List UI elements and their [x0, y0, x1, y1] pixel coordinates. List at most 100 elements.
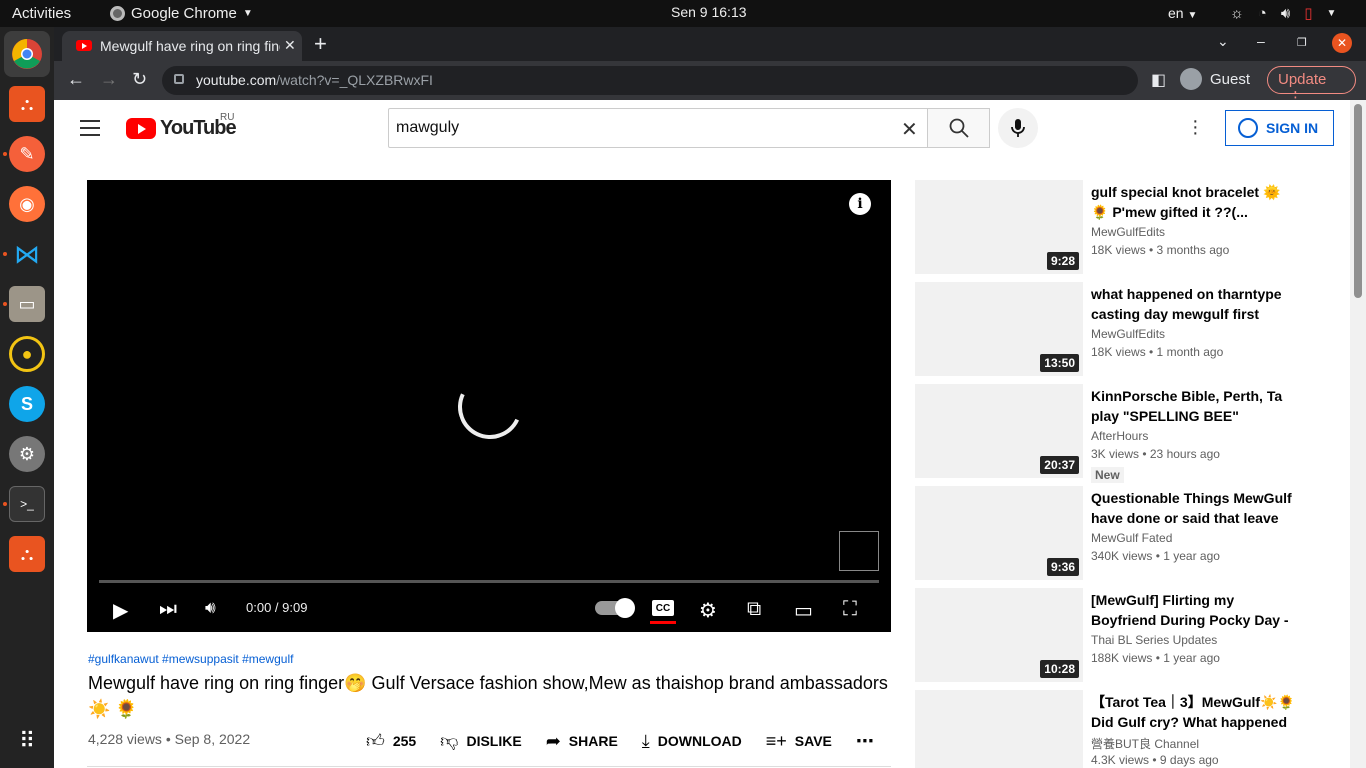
fullscreen-icon[interactable]: ⛶ — [843, 598, 857, 621]
channel-name[interactable]: MewGulfEdits — [1091, 327, 1165, 341]
related-video-card[interactable]: 20:37 KinnPorsche Bible, Perth, Ta play "… — [915, 384, 1295, 486]
autoplay-toggle[interactable] — [595, 598, 635, 618]
dock-files[interactable]: ▭ — [9, 286, 45, 322]
voice-search-button[interactable] — [998, 108, 1038, 148]
running-indicator — [3, 502, 7, 506]
update-button[interactable]: Update ⋮ — [1267, 66, 1356, 106]
share-icon: ➦ — [545, 730, 561, 751]
tab-strip: Mewgulf have ring on ring finger ✕ + ⌄ –… — [54, 27, 1366, 61]
info-icon[interactable]: i — [849, 193, 871, 215]
dock-vscode[interactable]: ⋈ — [9, 236, 45, 272]
video-thumbnail[interactable]: 9:28 — [915, 180, 1083, 274]
language-label: en — [1168, 5, 1184, 21]
save-button[interactable]: ≡+ SAVE — [766, 731, 832, 752]
download-icon: ⤓ — [641, 730, 650, 751]
thumbs-up-icon: 👍︎ — [366, 731, 385, 751]
dock-rhythmbox[interactable]: ● — [9, 336, 45, 372]
system-tray[interactable]: ☼ ◔ 🔊︎ ▯ ▼ — [1230, 4, 1336, 23]
related-video-card[interactable]: 9:28 gulf special knot bracelet 🌞🌻 P'mew … — [915, 180, 1295, 282]
page-scrollbar[interactable] — [1350, 100, 1366, 768]
dock-settings[interactable]: ⚙ — [9, 436, 45, 472]
related-video-title[interactable]: gulf special knot bracelet 🌞🌻 P'mew gift… — [1091, 182, 1295, 222]
related-video-title[interactable]: 【Tarot Tea｜3】MewGulf☀️🌻 Did Gulf cry? Wh… — [1091, 692, 1295, 732]
dock-app-3[interactable]: ⛬ — [9, 536, 45, 572]
minimize-button[interactable]: – — [1257, 33, 1265, 49]
running-indicator — [3, 302, 7, 306]
volume-icon[interactable]: 🔊︎ — [205, 598, 216, 618]
video-player[interactable]: i ▶ ⏭ 🔊︎ 0:00 / 9:09 CC ⚙ ⧉ ▭ ⛶ — [87, 180, 891, 632]
youtube-logo[interactable]: YouTube RU — [126, 112, 237, 140]
scrollbar-thumb[interactable] — [1354, 104, 1362, 298]
new-tab-button[interactable]: + — [314, 31, 327, 57]
maximize-button[interactable]: ❐ — [1297, 36, 1307, 49]
video-thumbnail[interactable]: 9:36 — [915, 486, 1083, 580]
related-video-card[interactable]: 9:36 Questionable Things MewGulf have don… — [915, 486, 1295, 588]
search-query: mawguly — [396, 119, 460, 136]
related-video-title[interactable]: Questionable Things MewGulf have done or… — [1091, 488, 1295, 528]
clock[interactable]: Sen 9 16:13 — [671, 4, 747, 20]
address-bar[interactable]: youtube.com/watch?v=_QLXZBRwxFI — [162, 66, 1138, 95]
video-thumbnail[interactable]: 20:37 — [915, 384, 1083, 478]
profile-button[interactable]: Guest — [1180, 68, 1250, 90]
related-video-title[interactable]: what happened on tharntype casting day m… — [1091, 284, 1295, 324]
dislike-button[interactable]: 👎︎ DISLIKE — [440, 730, 522, 752]
back-button[interactable]: ← — [67, 69, 85, 90]
dock-firefox[interactable]: ◉ — [9, 186, 45, 222]
skype-icon: S — [20, 393, 33, 414]
close-tab-icon[interactable]: ✕ — [284, 37, 296, 54]
dock-chrome[interactable] — [9, 36, 45, 72]
browser-tab[interactable]: Mewgulf have ring on ring finger ✕ — [62, 31, 302, 61]
progress-bar[interactable] — [99, 580, 879, 583]
youtube-play-icon — [126, 118, 156, 139]
forward-button[interactable]: → — [100, 69, 118, 90]
sign-in-button[interactable]: SIGN IN — [1225, 110, 1334, 146]
more-actions-icon[interactable]: ⋯ — [856, 731, 874, 752]
clear-search-icon[interactable]: ✕ — [901, 117, 918, 142]
channel-name[interactable]: AfterHours — [1091, 429, 1148, 443]
tab-search-icon[interactable]: ⌄ — [1217, 33, 1229, 50]
download-button[interactable]: ⤓ DOWNLOAD — [642, 731, 742, 752]
network-tree-icon: ⛬ — [20, 93, 34, 114]
video-thumbnail[interactable] — [915, 690, 1083, 768]
video-meta: 188K views • 1 year ago — [1091, 651, 1220, 665]
window-close-button[interactable]: ✕ — [1332, 33, 1352, 53]
share-button[interactable]: ➦ SHARE — [546, 731, 618, 752]
dock-terminal[interactable]: >_ — [9, 486, 45, 522]
channel-name[interactable]: 營養BUT良 Channel — [1091, 735, 1199, 752]
like-button[interactable]: 👍︎ 255 — [366, 730, 416, 752]
activities-button[interactable]: Activities — [12, 5, 71, 22]
captions-icon[interactable]: CC — [652, 600, 674, 616]
microphone-icon — [1011, 119, 1025, 137]
dock-skype[interactable]: S — [9, 386, 45, 422]
related-video-title[interactable]: [MewGulf] Flirting my Boyfriend During P… — [1091, 590, 1295, 630]
related-video-card[interactable]: 【Tarot Tea｜3】MewGulf☀️🌻 Did Gulf cry? Wh… — [915, 690, 1295, 768]
channel-name[interactable]: MewGulfEdits — [1091, 225, 1165, 239]
play-icon[interactable]: ▶ — [113, 598, 128, 623]
channel-name[interactable]: Thai BL Series Updates — [1091, 633, 1217, 647]
settings-kebab-icon[interactable]: · · · — [1192, 111, 1199, 143]
next-icon[interactable]: ⏭ — [159, 598, 177, 621]
speaker-icon: ● — [21, 343, 33, 364]
gear-icon[interactable]: ⚙ — [699, 598, 717, 623]
time-display: 0:00 / 9:09 — [246, 600, 308, 615]
reload-button[interactable]: ↻ — [132, 69, 147, 90]
app-menu[interactable]: Google Chrome ▼ — [110, 5, 253, 22]
side-panel-icon[interactable]: ◧ — [1151, 70, 1166, 90]
video-thumbnail[interactable]: 13:50 — [915, 282, 1083, 376]
related-video-card[interactable]: 10:28 [MewGulf] Flirting my Boyfriend Dur… — [915, 588, 1295, 690]
channel-name[interactable]: MewGulf Fated — [1091, 531, 1172, 545]
related-video-card[interactable]: 13:50 what happened on tharntype casting … — [915, 282, 1295, 384]
dock-app-1[interactable]: ⛬ — [9, 86, 45, 122]
video-thumbnail[interactable]: 10:28 — [915, 588, 1083, 682]
hamburger-menu-icon[interactable] — [80, 120, 100, 141]
miniplayer-icon[interactable]: ⧉ — [747, 598, 761, 621]
search-button[interactable] — [927, 108, 990, 148]
related-video-title[interactable]: KinnPorsche Bible, Perth, Ta play "SPELL… — [1091, 386, 1295, 426]
hashtags[interactable]: #gulfkanawut #mewsuppasit #mewgulf — [88, 652, 293, 666]
show-applications[interactable]: ⠿ — [9, 723, 45, 759]
language-indicator[interactable]: en ▼ — [1168, 5, 1197, 21]
dock-app-2[interactable]: ✎ — [9, 136, 45, 172]
search-input[interactable]: mawguly ✕ — [388, 108, 928, 148]
theater-mode-icon[interactable]: ▭ — [794, 598, 813, 623]
search-icon — [949, 118, 969, 138]
